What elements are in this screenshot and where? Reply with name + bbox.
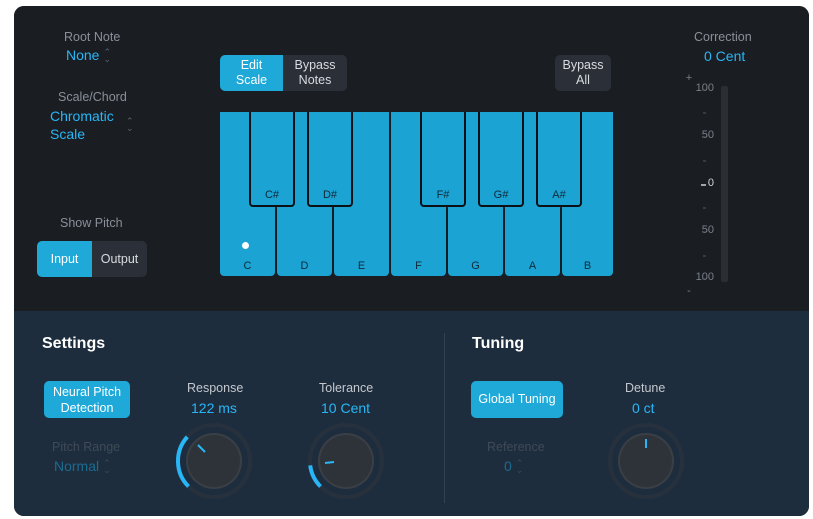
response-label: Response bbox=[187, 381, 244, 395]
lower-panel: Settings Neural Pitch Detection Pitch Ra… bbox=[14, 311, 809, 516]
bypass-all-label-1: Bypass bbox=[562, 58, 604, 72]
key-f-sharp[interactable]: F# bbox=[420, 112, 466, 207]
bypass-notes-label-1: Bypass bbox=[294, 58, 336, 72]
bypass-all-label-2: All bbox=[576, 73, 590, 87]
root-note-select[interactable]: None ⌃ ⌄ bbox=[66, 47, 111, 65]
pitch-range-label: Pitch Range bbox=[52, 440, 121, 454]
neural-pitch-label-2: Detection bbox=[60, 401, 114, 415]
key-label: A# bbox=[552, 189, 566, 201]
show-pitch-input-button[interactable]: Input bbox=[37, 241, 92, 277]
tolerance-value: 10 Cent bbox=[321, 400, 371, 416]
scale-chord-select[interactable]: Chromatic Scale ⌃ ⌄ bbox=[50, 107, 140, 143]
correction-value: 0 Cent bbox=[704, 48, 746, 64]
key-c-sharp[interactable]: C# bbox=[249, 112, 295, 207]
bypass-notes-button[interactable]: Bypass Notes bbox=[283, 55, 347, 91]
up-down-chevron-icon: ⌃ ⌄ bbox=[103, 46, 112, 64]
detune-value: 0 ct bbox=[632, 400, 655, 416]
upper-panel: Root Note None ⌃ ⌄ Scale/Chord Chromatic S… bbox=[14, 6, 809, 311]
edit-scale-button[interactable]: Edit Scale bbox=[220, 55, 283, 91]
scale-chord-label: Scale/Chord bbox=[58, 90, 127, 104]
tuning-title: Tuning bbox=[472, 335, 525, 352]
root-note-value: None bbox=[66, 47, 100, 63]
reference-value: 0 bbox=[504, 458, 512, 474]
settings-title: Settings bbox=[42, 335, 106, 352]
reference-label: Reference bbox=[487, 440, 545, 454]
correction-label: Correction bbox=[694, 30, 752, 44]
root-note-label: Root Note bbox=[64, 30, 121, 44]
reference-select[interactable]: 0 ⌃ ⌄ bbox=[504, 458, 524, 476]
pitch-correction-window: Root Note None ⌃ ⌄ Scale/Chord Chromatic S… bbox=[14, 6, 809, 516]
response-knob[interactable] bbox=[174, 421, 254, 501]
up-down-chevron-icon: ⌃ ⌄ bbox=[103, 458, 111, 476]
neural-pitch-label-1: Neural Pitch bbox=[52, 385, 122, 399]
key-label: G# bbox=[493, 189, 509, 201]
correction-meter-bar bbox=[721, 86, 728, 282]
correction-scale: + 100 50 0 50 100 - bbox=[674, 72, 714, 302]
key-label: A bbox=[528, 260, 537, 272]
key-label: E bbox=[357, 260, 366, 272]
scale-ticks bbox=[701, 89, 706, 280]
key-label: G bbox=[471, 260, 480, 272]
bypass-notes-label-2: Notes bbox=[298, 73, 332, 87]
pitch-indicator-dot bbox=[242, 242, 249, 249]
detune-knob[interactable] bbox=[606, 421, 686, 501]
edit-scale-label-1: Edit bbox=[240, 58, 263, 72]
section-divider bbox=[444, 333, 445, 503]
global-tuning-button[interactable]: Global Tuning bbox=[471, 381, 563, 418]
show-pitch-output-button[interactable]: Output bbox=[92, 241, 147, 277]
key-g-sharp[interactable]: G# bbox=[478, 112, 524, 207]
key-label: B bbox=[583, 260, 592, 272]
edit-scale-label-2: Scale bbox=[235, 73, 268, 87]
show-pitch-label: Show Pitch bbox=[60, 216, 123, 230]
key-label: D bbox=[300, 260, 309, 272]
pitch-range-select[interactable]: Normal ⌃ ⌄ bbox=[54, 458, 111, 476]
bypass-all-button[interactable]: Bypass All bbox=[555, 55, 611, 91]
key-label: F bbox=[415, 260, 422, 272]
key-d-sharp[interactable]: D# bbox=[307, 112, 353, 207]
up-down-chevron-icon: ⌃ ⌄ bbox=[515, 458, 524, 476]
response-value: 122 ms bbox=[191, 400, 237, 416]
key-label: D# bbox=[322, 189, 338, 201]
key-label: F# bbox=[436, 189, 450, 201]
pitch-range-value: Normal bbox=[54, 458, 100, 474]
key-label: C bbox=[243, 260, 252, 272]
key-a-sharp[interactable]: A# bbox=[536, 112, 582, 207]
tolerance-knob[interactable] bbox=[306, 421, 386, 501]
detune-label: Detune bbox=[625, 381, 666, 395]
up-down-chevron-icon: ⌃ ⌄ bbox=[126, 116, 134, 133]
tolerance-label: Tolerance bbox=[319, 381, 374, 395]
key-label: C# bbox=[264, 189, 280, 201]
neural-pitch-detection-button[interactable]: Neural Pitch Detection bbox=[44, 381, 130, 418]
